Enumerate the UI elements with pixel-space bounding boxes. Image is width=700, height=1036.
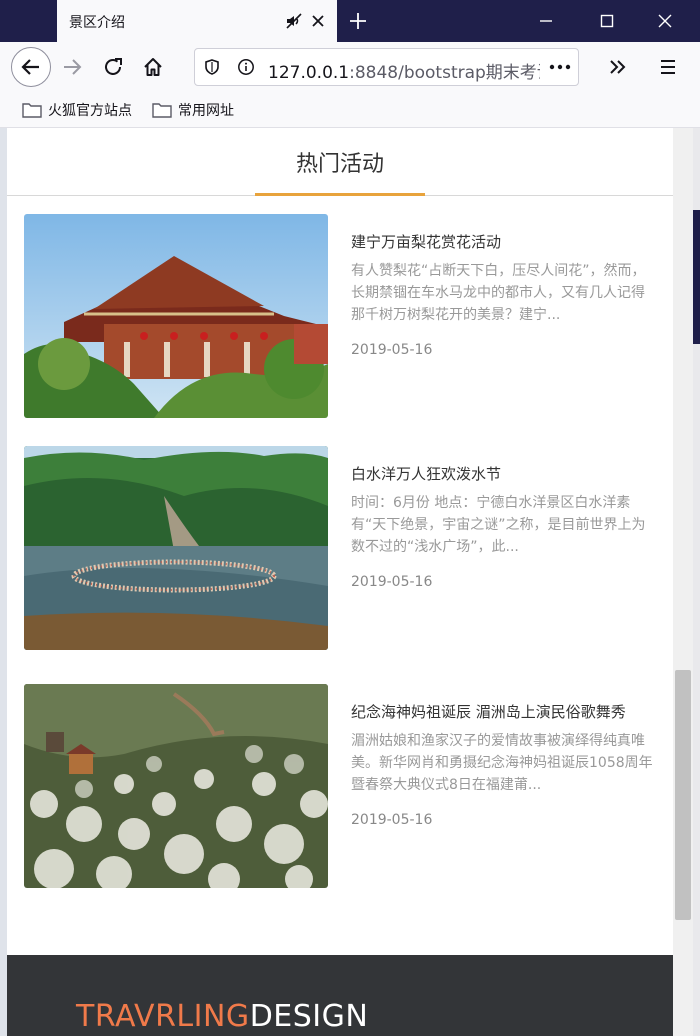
reload-icon — [105, 58, 122, 75]
more-icon[interactable] — [549, 62, 571, 72]
title-accent-bar — [255, 193, 425, 196]
footer-brand: TRAVRLINGDESIGN — [76, 999, 369, 1034]
info-icon[interactable] — [237, 58, 255, 76]
forward-icon — [64, 59, 82, 75]
tab-title: 景区介绍 — [69, 15, 125, 31]
activity-card[interactable]: 纪念海神妈祖诞辰 湄洲岛上演民俗歌舞秀 湄洲姑娘和渔家汉子的爱情故事被演绎得纯真… — [24, 684, 664, 888]
bookmark-label: 火狐官方站点 — [48, 103, 132, 119]
maximize-icon[interactable] — [597, 11, 617, 31]
activity-date: 2019-05-16 — [351, 812, 433, 828]
page-viewport: 热门活动 建宁万亩梨花赏花活动 有人赞梨花“占断天下白，压尽人间花”，然而，长期… — [7, 128, 673, 1036]
back-icon — [21, 59, 39, 75]
activity-date: 2019-05-16 — [351, 574, 433, 590]
window-close-icon[interactable] — [655, 11, 675, 31]
activity-desc: 有人赞梨花“占断天下白，压尽人间花”，然而，长期禁锢在车水马龙中的都市人，又有几… — [351, 263, 646, 323]
browser-tab[interactable]: 景区介绍 — [57, 0, 337, 42]
scrollbar[interactable] — [673, 128, 693, 1036]
window-titlebar: 景区介绍 — [0, 0, 700, 42]
shield-icon[interactable] — [203, 58, 221, 76]
scrollbar-thumb[interactable] — [675, 670, 691, 920]
activity-title[interactable]: 白水洋万人狂欢泼水节 — [351, 463, 501, 484]
bookmark-firefox-official[interactable]: 火狐官方站点 — [22, 100, 132, 120]
overflow-icon[interactable] — [607, 56, 629, 78]
temple-photo[interactable] — [24, 214, 328, 418]
activity-date: 2019-05-16 — [351, 342, 433, 358]
orchard-photo[interactable] — [24, 684, 328, 888]
home-icon — [144, 58, 162, 76]
page-footer: TRAVRLINGDESIGN — [7, 955, 673, 1036]
mute-icon[interactable] — [285, 12, 303, 30]
activity-card[interactable]: 白水洋万人狂欢泼水节 时间：6月份 地点：宁德白水洋景区白水洋素有“天下绝景，宇… — [24, 446, 664, 650]
bookmark-label: 常用网址 — [178, 103, 234, 119]
section-title: 热门活动 — [295, 152, 384, 177]
new-tab-icon[interactable] — [346, 9, 370, 33]
activity-desc: 时间：6月份 地点：宁德白水洋景区白水洋素有“天下绝景，宇宙之谜”之称，是目前世… — [351, 495, 646, 555]
forward-button[interactable] — [52, 47, 92, 87]
background-window-edge-dark — [693, 210, 700, 344]
bookmarks-toolbar: 火狐官方站点 常用网址 — [0, 92, 700, 128]
activity-title[interactable]: 纪念海神妈祖诞辰 湄洲岛上演民俗歌舞秀 — [351, 701, 626, 722]
reload-button[interactable] — [93, 47, 133, 87]
folder-icon — [22, 103, 42, 118]
minimize-icon[interactable] — [536, 11, 556, 31]
navigation-toolbar: 127.0.0.1:8848/bootstrap期末考试 — [0, 42, 700, 92]
activity-title[interactable]: 建宁万亩梨花赏花活动 — [351, 231, 501, 252]
menu-icon[interactable] — [658, 57, 678, 77]
activity-desc: 湄洲姑娘和渔家汉子的爱情故事被演绎得纯真唯美。新华网肖和勇摄纪念海神妈祖诞辰10… — [351, 733, 653, 793]
home-button[interactable] — [133, 47, 173, 87]
close-icon[interactable] — [309, 12, 327, 30]
url-text[interactable]: 127.0.0.1:8848/bootstrap期末考试 — [268, 58, 540, 83]
back-button[interactable] — [11, 47, 51, 87]
url-bar[interactable]: 127.0.0.1:8848/bootstrap期末考试 — [194, 48, 579, 86]
folder-icon — [152, 103, 172, 118]
river-photo[interactable] — [24, 446, 328, 650]
activity-card[interactable]: 建宁万亩梨花赏花活动 有人赞梨花“占断天下白，压尽人间花”，然而，长期禁锢在车水… — [24, 214, 664, 418]
bookmark-common-sites[interactable]: 常用网址 — [152, 100, 234, 120]
